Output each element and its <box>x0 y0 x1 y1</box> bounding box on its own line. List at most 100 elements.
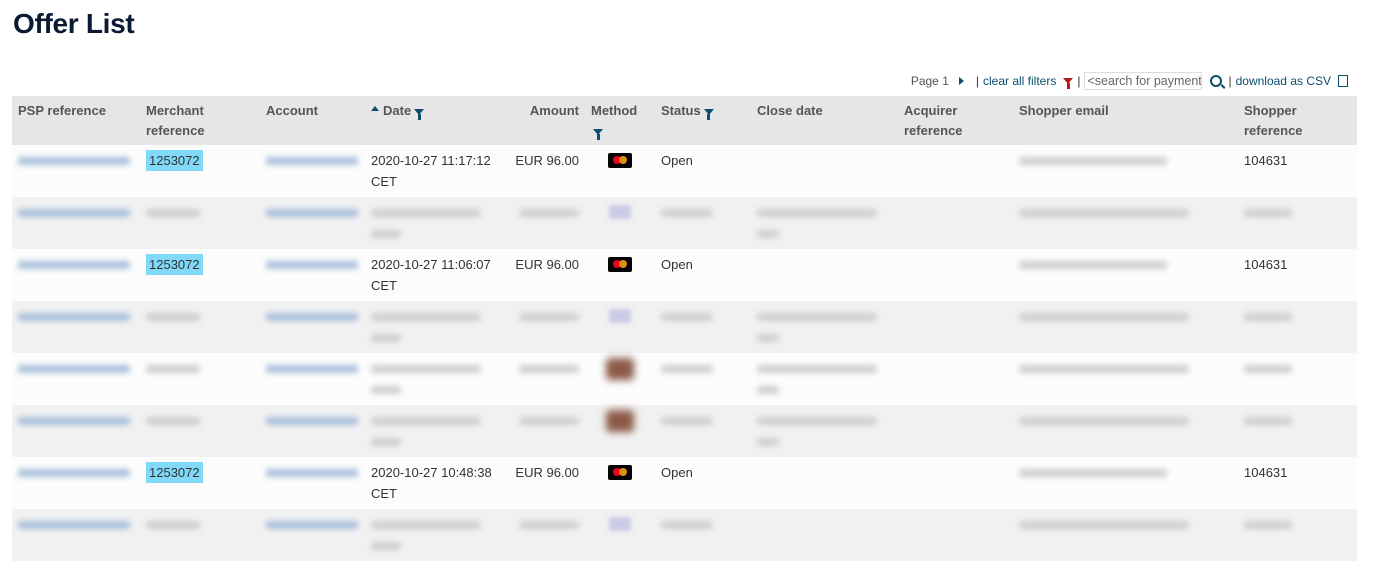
filter-icon[interactable] <box>703 108 714 120</box>
visa-icon <box>609 517 631 531</box>
merchant-reference-cell <box>140 509 260 561</box>
page-indicator: Page 1 <box>910 74 949 88</box>
merchant-reference-cell <box>140 197 260 249</box>
col-shopper-reference[interactable]: Shopper reference <box>1238 96 1357 145</box>
amount-cell: EUR 96.00 <box>505 145 585 197</box>
col-status[interactable]: Status <box>655 96 751 145</box>
shopper-email-cell <box>1013 457 1238 509</box>
col-account[interactable]: Account <box>260 96 365 145</box>
col-acquirer-reference[interactable]: Acquirer reference <box>898 96 1013 145</box>
table-row[interactable] <box>12 197 1357 249</box>
date-cell: 2020-10-27 11:17:12 CET <box>365 145 505 197</box>
account-cell <box>260 509 365 561</box>
shopper-reference-cell: 104631 <box>1238 145 1357 197</box>
filter-icon[interactable] <box>593 128 603 140</box>
amount-cell <box>505 353 585 405</box>
merchant-reference-cell <box>140 405 260 457</box>
sort-ascending-icon[interactable] <box>371 106 379 112</box>
amount-cell <box>505 301 585 353</box>
shopper-email-cell <box>1013 145 1238 197</box>
shopper-reference-cell <box>1238 353 1357 405</box>
status-cell: Open <box>655 249 751 301</box>
table-row[interactable] <box>12 301 1357 353</box>
account-cell <box>260 197 365 249</box>
close-date-cell <box>751 145 898 197</box>
table-row[interactable]: 1253072 2020-10-27 11:17:12 CET EUR 96.00 O… <box>12 145 1357 197</box>
psp-reference-cell <box>12 249 140 301</box>
visa-icon <box>609 309 631 323</box>
payment-search-input[interactable]: <search for payment <box>1084 72 1203 90</box>
toolbar-separator: | <box>1228 74 1232 88</box>
merchant-reference-highlight[interactable]: 1253072 <box>146 150 203 171</box>
merchant-reference-cell <box>140 301 260 353</box>
search-icon[interactable] <box>1210 75 1223 87</box>
merchant-reference-cell: 1253072 <box>140 249 260 301</box>
col-merchant-reference[interactable]: Merchant reference <box>140 96 260 145</box>
table-row[interactable]: 1253072 2020-10-27 10:48:38 CET EUR 96.00 O… <box>12 457 1357 509</box>
card-icon <box>606 358 634 380</box>
acquirer-reference-cell <box>898 509 1013 561</box>
amount-cell <box>505 405 585 457</box>
close-date-cell <box>751 405 898 457</box>
date-cell <box>365 301 505 353</box>
account-cell <box>260 301 365 353</box>
date-cell: 2020-10-27 10:48:38 CET <box>365 457 505 509</box>
col-close-date[interactable]: Close date <box>751 96 898 145</box>
shopper-reference-cell <box>1238 197 1357 249</box>
merchant-reference-highlight[interactable]: 1253072 <box>146 254 203 275</box>
method-cell <box>585 197 655 249</box>
account-cell <box>260 249 365 301</box>
shopper-reference-cell: 104631 <box>1238 249 1357 301</box>
status-cell <box>655 509 751 561</box>
close-date-cell <box>751 249 898 301</box>
col-date[interactable]: Date <box>365 96 505 145</box>
page-title: Offer List <box>13 8 135 39</box>
download-csv-link[interactable]: download as CSV <box>1236 74 1331 88</box>
table-row[interactable] <box>12 405 1357 457</box>
shopper-email-cell <box>1013 249 1238 301</box>
table-toolbar: Page 1 | clear all filters | <search for… <box>911 72 1348 90</box>
date-cell <box>365 197 505 249</box>
clear-filter-icon[interactable] <box>1063 78 1074 89</box>
acquirer-reference-cell <box>898 197 1013 249</box>
shopper-reference-cell: 104631 <box>1238 457 1357 509</box>
clear-filters-link[interactable]: clear all filters <box>983 74 1056 88</box>
date-cell: 2020-10-27 11:06:07 CET <box>365 249 505 301</box>
table-row[interactable]: 1253072 2020-10-27 11:06:07 CET EUR 96.00 O… <box>12 249 1357 301</box>
amount-cell <box>505 197 585 249</box>
shopper-reference-cell <box>1238 509 1357 561</box>
status-cell <box>655 197 751 249</box>
acquirer-reference-cell <box>898 457 1013 509</box>
col-psp-reference[interactable]: PSP reference <box>12 96 140 145</box>
status-cell <box>655 353 751 405</box>
acquirer-reference-cell <box>898 405 1013 457</box>
col-amount[interactable]: Amount <box>505 96 585 145</box>
amount-cell: EUR 96.00 <box>505 249 585 301</box>
toolbar-separator: | <box>1077 74 1081 88</box>
psp-reference-cell <box>12 145 140 197</box>
merchant-reference-cell: 1253072 <box>140 145 260 197</box>
status-cell: Open <box>655 457 751 509</box>
next-page-icon[interactable] <box>958 77 964 85</box>
col-shopper-email[interactable]: Shopper email <box>1013 96 1238 145</box>
mastercard-icon <box>608 153 632 168</box>
merchant-reference-cell <box>140 353 260 405</box>
psp-reference-cell <box>12 405 140 457</box>
col-method[interactable]: Method <box>585 96 655 145</box>
status-cell: Open <box>655 145 751 197</box>
psp-reference-cell <box>12 197 140 249</box>
shopper-reference-cell <box>1238 405 1357 457</box>
close-date-cell <box>751 509 898 561</box>
account-cell <box>260 405 365 457</box>
method-cell <box>585 405 655 457</box>
table-row[interactable] <box>12 509 1357 561</box>
method-cell <box>585 145 655 197</box>
merchant-reference-cell: 1253072 <box>140 457 260 509</box>
table-row[interactable] <box>12 353 1357 405</box>
psp-reference-cell <box>12 457 140 509</box>
merchant-reference-highlight[interactable]: 1253072 <box>146 462 203 483</box>
date-cell <box>365 353 505 405</box>
filter-icon[interactable] <box>414 108 425 120</box>
toolbar-separator: | <box>975 74 979 88</box>
file-icon[interactable] <box>1338 75 1348 87</box>
